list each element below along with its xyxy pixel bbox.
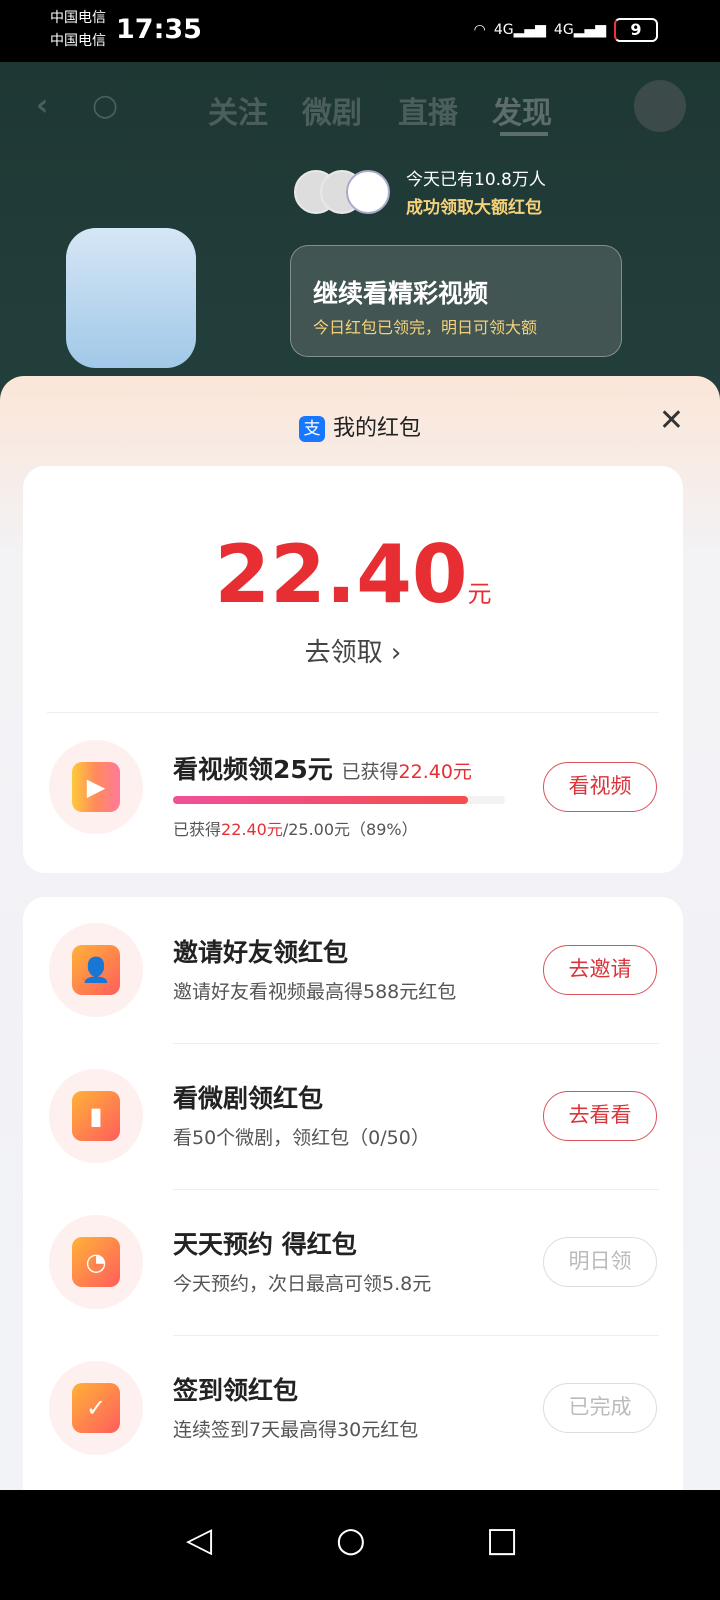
task-icon-bg: ▮ bbox=[49, 1069, 143, 1163]
video-task-title: 看视频领25元 已获得22.40元 bbox=[173, 755, 472, 784]
signal-icon-2: 4G▂▄▆ bbox=[553, 22, 606, 38]
promo-line1: 今天已有10.8万人 bbox=[406, 170, 546, 190]
task-title: 邀请好友领红包 bbox=[173, 938, 349, 967]
promo-line2: 成功领取大额红包 bbox=[406, 198, 542, 218]
calendar-check-icon: ✓ bbox=[72, 1383, 120, 1433]
task-subtitle: 邀请好友看视频最高得588元红包 bbox=[173, 981, 457, 1003]
avatar[interactable] bbox=[634, 80, 686, 132]
task-subtitle: 连续签到7天最高得30元红包 bbox=[173, 1419, 419, 1441]
carrier-2: 中国电信 bbox=[50, 33, 106, 49]
tab-micro-drama[interactable]: 微剧 bbox=[302, 88, 362, 132]
carrier-1: 中国电信 bbox=[50, 10, 106, 26]
divider bbox=[173, 1189, 659, 1190]
task-subtitle: 今天预约，次日最高可领5.8元 bbox=[173, 1273, 432, 1295]
watch-video-button[interactable]: 看视频 bbox=[543, 762, 657, 812]
bubble-title: 继续看精彩视频 bbox=[313, 279, 489, 308]
tab-live[interactable]: 直播 bbox=[398, 88, 458, 132]
task-icon-bg: ◔ bbox=[49, 1215, 143, 1309]
balance-card: 22.40元 去领取 › ▶ 看视频领25元 已获得22.40元 已获得22.4… bbox=[23, 466, 683, 873]
red-packet-sheet: 支我的红包 ✕ 22.40元 去领取 › ▶ 看视频领25元 已获得22.40元… bbox=[0, 376, 720, 1517]
progress-fill bbox=[173, 796, 469, 804]
active-tab-indicator bbox=[500, 132, 548, 136]
video-task-icon-bg: ▶ bbox=[49, 740, 143, 834]
close-icon[interactable]: ✕ bbox=[659, 406, 684, 436]
divider bbox=[173, 1335, 659, 1336]
bubble-subtitle: 今日红包已领完，明日可领大额 bbox=[313, 318, 538, 337]
nav-recent-icon[interactable]: □ bbox=[486, 1520, 518, 1560]
wifi-icon: ◠ bbox=[473, 22, 486, 38]
clock: 17:35 bbox=[116, 14, 202, 45]
top-nav: ‹ ○ 关注 微剧 直播 发现 bbox=[0, 88, 720, 131]
mascot-image bbox=[66, 228, 196, 368]
task-title: 签到领红包 bbox=[173, 1376, 299, 1405]
system-nav-bar: ◁ ○ □ bbox=[0, 1490, 720, 1600]
user-avatars bbox=[294, 170, 390, 214]
status-bar: 中国电信 中国电信 17:35 ◠ 4G▂▄▆ 4G▂▄▆ 9 bbox=[0, 0, 720, 62]
task-title: 看微剧领红包 bbox=[173, 1084, 324, 1113]
task-button[interactable]: 明日领 bbox=[543, 1237, 657, 1287]
sheet-title: 支我的红包 bbox=[0, 410, 720, 442]
task-button[interactable]: 已完成 bbox=[543, 1383, 657, 1433]
claim-link[interactable]: 去领取 › bbox=[23, 632, 683, 669]
task-title: 天天预约 得红包 bbox=[173, 1230, 357, 1259]
divider bbox=[47, 712, 659, 713]
divider bbox=[173, 1043, 659, 1044]
play-icon: ▶ bbox=[72, 762, 120, 812]
search-icon[interactable]: ○ bbox=[92, 88, 118, 123]
promo-bubble[interactable]: 继续看精彩视频 今日红包已领完，明日可领大额 bbox=[290, 245, 622, 357]
invite-user-icon: 👤 bbox=[72, 945, 120, 995]
battery-icon: 9 bbox=[614, 18, 658, 42]
task-subtitle: 看50个微剧，领红包（0/50） bbox=[173, 1127, 430, 1149]
task-button[interactable]: 去看看 bbox=[543, 1091, 657, 1141]
task-button[interactable]: 去邀请 bbox=[543, 945, 657, 995]
balance-amount: 22.40元 bbox=[214, 528, 492, 621]
back-icon[interactable]: ‹ bbox=[36, 88, 48, 123]
clock-icon: ◔ bbox=[72, 1237, 120, 1287]
tab-follow[interactable]: 关注 bbox=[208, 88, 268, 132]
video-progress-text: 已获得22.40元/25.00元（89%） bbox=[173, 820, 418, 839]
video-progress-bar bbox=[173, 796, 505, 804]
tv-icon: ▮ bbox=[72, 1091, 120, 1141]
signal-icon-1: 4G▂▄▆ bbox=[493, 22, 546, 38]
nav-home-icon[interactable]: ○ bbox=[336, 1520, 366, 1560]
promo-text: 今天已有10.8万人 成功领取大额红包 bbox=[406, 166, 546, 222]
nav-back-icon[interactable]: ◁ bbox=[186, 1520, 212, 1560]
task-icon-bg: ✓ bbox=[49, 1361, 143, 1455]
task-card: 👤 邀请好友领红包 邀请好友看视频最高得588元红包 去邀请 ▮ 看微剧领红包 … bbox=[23, 897, 683, 1517]
alipay-icon: 支 bbox=[298, 416, 325, 442]
tab-discover[interactable]: 发现 bbox=[492, 88, 552, 132]
task-icon-bg: 👤 bbox=[49, 923, 143, 1017]
